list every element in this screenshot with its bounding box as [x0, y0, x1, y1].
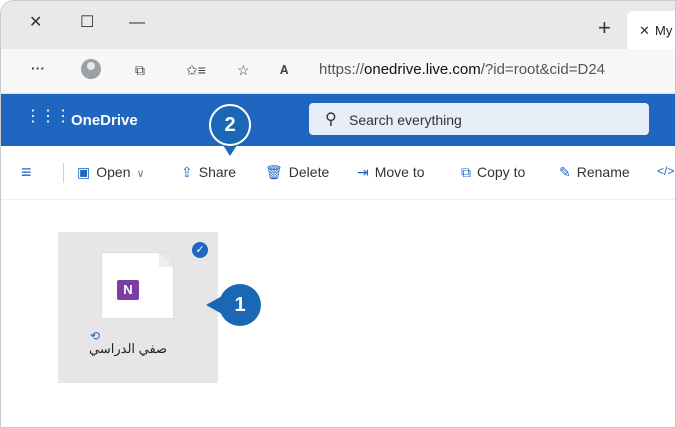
- copy-to-button[interactable]: ⧉ Copy to: [461, 164, 525, 181]
- title-bar: ✕ ☐ — + ✕ My: [1, 1, 675, 49]
- rename-label: Rename: [576, 164, 630, 180]
- close-window-icon[interactable]: ✕: [29, 13, 42, 33]
- copy-to-label: Copy to: [477, 164, 526, 180]
- chevron-down-icon: ∨: [136, 168, 145, 180]
- divider: [63, 163, 64, 183]
- onenote-icon: N: [117, 280, 139, 300]
- onedrive-header: ⋮⋮⋮ OneDrive ⚲ Search everything: [1, 94, 675, 146]
- profile-avatar[interactable]: [81, 59, 101, 79]
- brand-title[interactable]: OneDrive: [71, 112, 138, 129]
- search-placeholder: Search everything: [349, 112, 462, 128]
- url-host: onedrive.live.com: [364, 61, 481, 78]
- delete-label: Delete: [288, 164, 330, 180]
- share-icon: ⇪: [181, 164, 193, 180]
- file-name[interactable]: صفي الدراسي: [89, 341, 167, 357]
- search-icon: ⚲: [325, 111, 337, 128]
- address-bar-row: ··· ⧉ ✩≡ ☆ 𝐀 https://onedrive.live.com/?…: [1, 49, 675, 94]
- move-to-button[interactable]: ⇥ Move to: [357, 164, 425, 181]
- rename-button[interactable]: ✎ Rename: [559, 164, 630, 181]
- new-tab-icon[interactable]: +: [598, 17, 611, 39]
- trash-icon: 🗑: [265, 164, 283, 180]
- menu-icon[interactable]: ≡: [21, 162, 32, 183]
- more-options-icon[interactable]: ···: [31, 59, 45, 77]
- tab-title: My: [655, 23, 673, 38]
- url-field[interactable]: https://onedrive.live.com/?id=root&cid=D…: [319, 61, 605, 78]
- add-favorite-icon[interactable]: ☆: [237, 61, 250, 79]
- selected-check-icon[interactable]: ✓: [192, 242, 208, 258]
- tab-active[interactable]: ✕ My: [627, 11, 675, 49]
- read-aloud-icon[interactable]: 𝐀: [280, 61, 288, 79]
- url-prefix: https://: [319, 61, 365, 78]
- pencil-icon: ✎: [559, 164, 571, 180]
- app-launcher-icon[interactable]: ⋮⋮⋮: [25, 109, 71, 125]
- collections-icon[interactable]: ⧉: [135, 61, 145, 79]
- move-to-label: Move to: [374, 164, 425, 180]
- browser-window: ✕ ☐ — + ✕ My ··· ⧉ ✩≡ ☆ 𝐀 https://onedri…: [0, 0, 676, 428]
- move-icon: ⇥: [357, 164, 369, 180]
- share-button[interactable]: ⇪ Share: [181, 164, 236, 181]
- page-fold: [159, 253, 173, 267]
- delete-button[interactable]: 🗑 Delete: [265, 164, 329, 181]
- step-badge-2: 2: [209, 104, 251, 146]
- favorites-icon[interactable]: ✩≡: [186, 61, 206, 79]
- tab-close-icon[interactable]: ✕: [639, 23, 650, 39]
- url-rest: /?id=root&cid=D24: [480, 61, 605, 78]
- step-badge-1: 1: [219, 284, 261, 326]
- search-box[interactable]: ⚲ Search everything: [309, 103, 649, 135]
- onenote-small-icon: ▣: [77, 164, 91, 180]
- embed-icon[interactable]: </>: [657, 164, 674, 178]
- copy-icon: ⧉: [461, 164, 471, 180]
- command-bar: ≡ ▣ Open ∨ ⇪ Share 🗑 Delete ⇥ Move to ⧉ Copy t…: [1, 147, 675, 200]
- maximize-window-icon[interactable]: ☐: [80, 13, 94, 33]
- share-label: Share: [198, 164, 237, 180]
- open-label: Open: [96, 164, 131, 180]
- open-button[interactable]: ▣ Open ∨: [77, 164, 145, 181]
- minimize-window-icon[interactable]: —: [129, 13, 145, 33]
